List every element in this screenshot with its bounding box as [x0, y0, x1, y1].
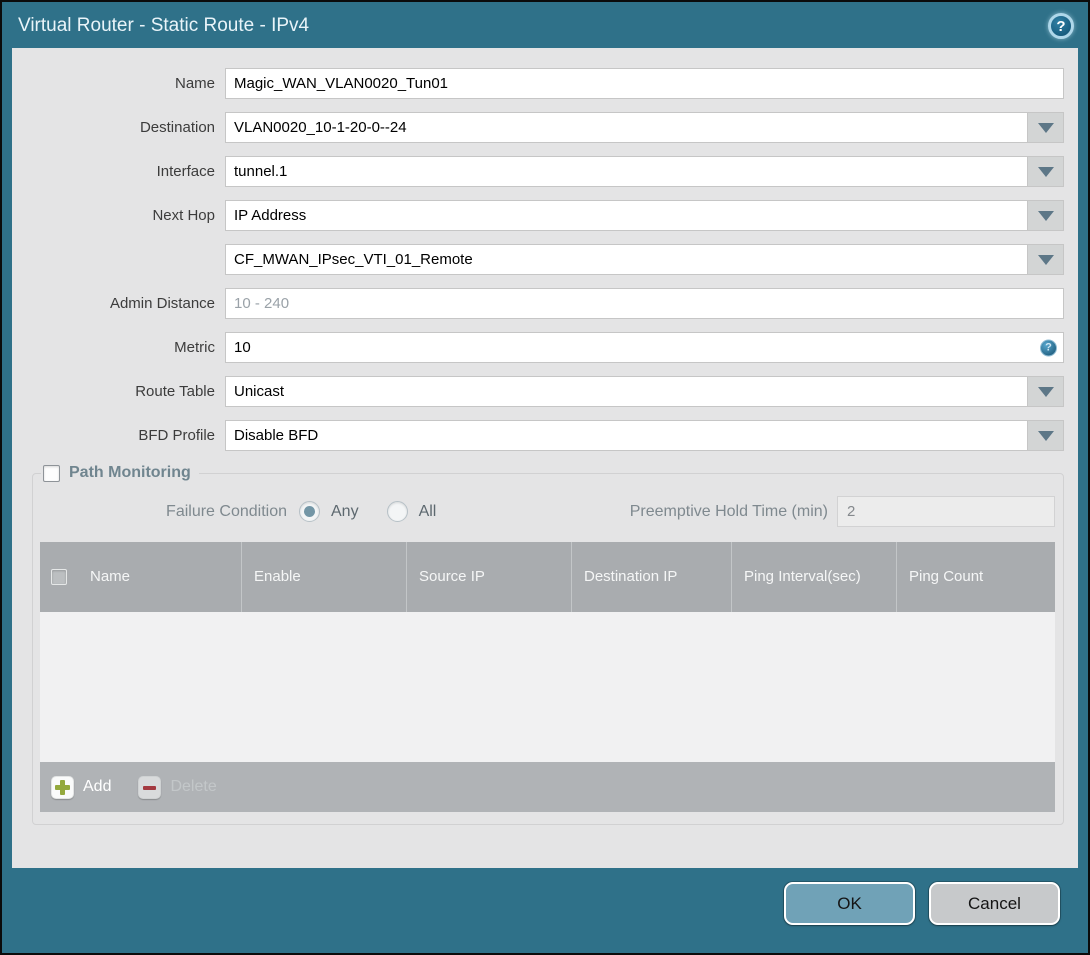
add-plus-icon: [51, 775, 74, 799]
next-hop-type-select[interactable]: IP Address: [225, 200, 1064, 231]
table-toolbar: Add Delete: [40, 762, 1055, 812]
name-label: Name: [174, 75, 215, 92]
bfd-profile-value: Disable BFD: [234, 427, 319, 444]
chevron-down-icon: [1037, 166, 1054, 177]
delete-button-label: Delete: [170, 778, 217, 795]
radio-all[interactable]: [386, 501, 408, 522]
dialog-footer: OK Cancel: [2, 868, 1088, 953]
bfd-profile-dropdown-button[interactable]: [1027, 421, 1063, 450]
name-row: Name: [12, 68, 1064, 99]
route-table-value: Unicast: [234, 383, 285, 400]
chevron-down-icon: [1037, 122, 1054, 133]
delete-minus-icon: [138, 775, 162, 799]
chevron-down-icon: [1037, 430, 1054, 441]
dialog-content: Name Destination VLAN0020_10-1-20-0--24 …: [12, 48, 1078, 868]
interface-value: tunnel.1: [234, 163, 288, 180]
radio-any[interactable]: [299, 501, 320, 522]
route-table-row: Route Table Unicast: [12, 376, 1064, 407]
destination-select[interactable]: VLAN0020_10-1-20-0--24: [225, 112, 1064, 143]
column-header-destination-ip: Destination IP: [571, 542, 731, 612]
path-monitoring-legend: Path Monitoring: [41, 464, 199, 482]
interface-select[interactable]: tunnel.1: [225, 156, 1064, 187]
path-monitoring-title: Path Monitoring: [69, 464, 191, 481]
next-hop-label: Next Hop: [152, 207, 215, 224]
static-route-dialog: Virtual Router - Static Route - IPv4 ? N…: [0, 0, 1090, 955]
radio-all-label: All: [418, 502, 437, 520]
chevron-down-icon: [1037, 254, 1054, 265]
preemptive-hold-time-input[interactable]: [837, 496, 1055, 527]
add-button-label: Add: [83, 778, 112, 795]
destination-value: VLAN0020_10-1-20-0--24: [234, 119, 407, 136]
select-all-checkbox[interactable]: [51, 569, 67, 585]
admin-distance-row: Admin Distance: [12, 288, 1064, 319]
path-monitoring-controls: Failure Condition Any All Preemptive Hol…: [41, 496, 1055, 527]
next-hop-address-dropdown-button[interactable]: [1027, 245, 1063, 274]
route-table-label: Route Table: [135, 383, 215, 400]
help-icon[interactable]: ?: [1048, 13, 1074, 39]
delete-button[interactable]: Delete: [138, 775, 217, 799]
path-monitoring-checkbox[interactable]: [43, 464, 60, 482]
titlebar: Virtual Router - Static Route - IPv4 ?: [2, 2, 1088, 48]
cancel-button[interactable]: Cancel: [929, 882, 1060, 925]
radio-any-label: Any: [331, 502, 359, 520]
metric-input[interactable]: [225, 332, 1064, 363]
name-input[interactable]: [225, 68, 1064, 99]
next-hop-type-dropdown-button[interactable]: [1027, 201, 1063, 230]
next-hop-row: Next Hop IP Address: [12, 200, 1064, 231]
next-hop-address-select[interactable]: CF_MWAN_IPsec_VTI_01_Remote: [225, 244, 1064, 275]
admin-distance-input[interactable]: [225, 288, 1064, 319]
column-header-source-ip: Source IP: [406, 542, 571, 612]
metric-help-icon[interactable]: ?: [1040, 339, 1057, 356]
column-header-ping-count: Ping Count: [896, 542, 1055, 612]
failure-condition-option-all[interactable]: All: [386, 501, 437, 522]
table-body-empty: [40, 612, 1055, 762]
interface-label: Interface: [156, 163, 215, 180]
interface-dropdown-button[interactable]: [1027, 157, 1063, 186]
path-monitoring-fieldset: Path Monitoring Failure Condition Any Al…: [32, 464, 1064, 825]
preemptive-hold-time-label: Preemptive Hold Time (min): [629, 502, 828, 520]
next-hop-type-value: IP Address: [234, 207, 307, 224]
destination-label: Destination: [139, 119, 215, 136]
destination-row: Destination VLAN0020_10-1-20-0--24: [12, 112, 1064, 143]
route-table-dropdown-button[interactable]: [1027, 377, 1063, 406]
next-hop-address-value: CF_MWAN_IPsec_VTI_01_Remote: [234, 251, 473, 268]
route-table-select[interactable]: Unicast: [225, 376, 1064, 407]
bfd-profile-select[interactable]: Disable BFD: [225, 420, 1064, 451]
table-header: Name Enable Source IP Destination IP Pin…: [40, 542, 1055, 612]
metric-row: Metric ?: [12, 332, 1064, 363]
bfd-profile-row: BFD Profile Disable BFD: [12, 420, 1064, 451]
failure-condition-label: Failure Condition: [166, 502, 287, 520]
failure-condition-option-any[interactable]: Any: [299, 501, 359, 522]
chevron-down-icon: [1037, 210, 1054, 221]
column-header-name: Name: [90, 567, 131, 585]
ok-button[interactable]: OK: [784, 882, 915, 925]
destination-dropdown-button[interactable]: [1027, 113, 1063, 142]
table-header-checkbox-cell: [40, 542, 78, 612]
column-header-ping-interval: Ping Interval(sec): [731, 542, 896, 612]
next-hop-address-row: CF_MWAN_IPsec_VTI_01_Remote: [12, 244, 1064, 275]
failure-condition-radio-group: Any All: [299, 501, 436, 522]
admin-distance-label: Admin Distance: [109, 295, 215, 312]
interface-row: Interface tunnel.1: [12, 156, 1064, 187]
chevron-down-icon: [1037, 386, 1054, 397]
metric-label: Metric: [174, 339, 215, 356]
path-monitoring-table: Name Enable Source IP Destination IP Pin…: [40, 542, 1055, 812]
dialog-title: Virtual Router - Static Route - IPv4: [18, 15, 310, 36]
add-button[interactable]: Add: [51, 775, 112, 799]
column-header-enable: Enable: [241, 542, 406, 612]
bfd-profile-label: BFD Profile: [138, 427, 215, 444]
